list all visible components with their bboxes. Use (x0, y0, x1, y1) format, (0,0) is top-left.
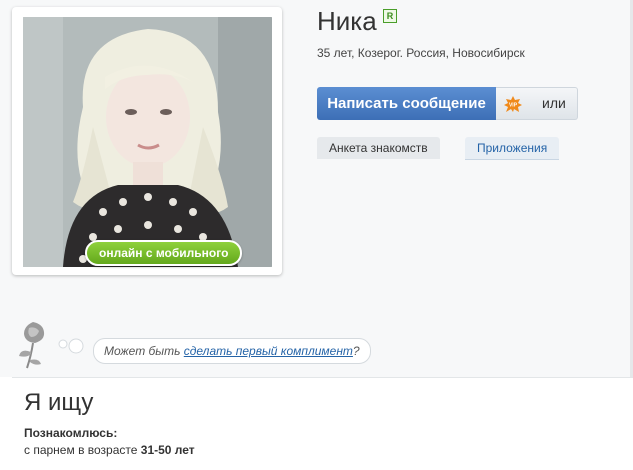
profile-photo[interactable] (23, 17, 272, 267)
vip-message-button[interactable]: VIP или (496, 87, 578, 120)
seeking-text-prefix: с парнем в возрасте (24, 443, 141, 457)
first-compliment-link[interactable]: сделать первый комплимент (184, 344, 353, 358)
compliment-prefix: Может быть (104, 344, 184, 358)
rose-icon[interactable] (13, 318, 53, 370)
tab-dating-profile[interactable]: Анкета знакомств (317, 137, 440, 159)
profile-details: 35 лет, Козерог. Россия, Новосибирск (317, 46, 525, 60)
online-mobile-badge: онлайн с мобильного (85, 240, 243, 266)
or-label: или (542, 95, 566, 111)
seeking-age-range: 31-50 лет (140, 443, 195, 457)
registered-icon[interactable]: R (383, 9, 397, 23)
profile-photo-image (23, 17, 272, 267)
seeking-label: Познакомлюсь: (24, 426, 118, 440)
profile-name: Ника (317, 6, 377, 36)
svg-text:VIP: VIP (509, 103, 518, 109)
section-divider (12, 377, 633, 378)
compliment-suffix: ? (352, 344, 360, 358)
compliment-prompt: Может быть сделать первый комплимент? (93, 338, 371, 364)
seeking-title: Я ищу (24, 389, 94, 416)
seeking-text: с парнем в возрасте 31-50 лет (24, 443, 195, 457)
profile-photo-card[interactable]: онлайн с мобильного (12, 7, 282, 275)
vip-icon: VIP (504, 96, 522, 112)
tab-applications[interactable]: Приложения (465, 137, 560, 160)
write-message-button[interactable]: Написать сообщение (317, 87, 496, 120)
speech-bubbles-icon (58, 338, 84, 354)
